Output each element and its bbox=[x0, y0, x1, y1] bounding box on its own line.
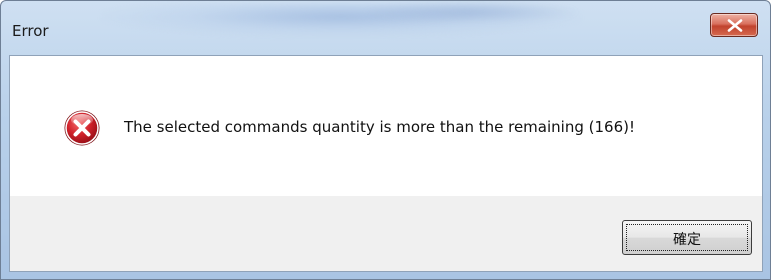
error-message: The selected commands quantity is more t… bbox=[124, 118, 635, 136]
error-dialog-window: Error The selected commands quantity is … bbox=[0, 0, 771, 280]
message-area: The selected commands quantity is more t… bbox=[10, 56, 762, 196]
window-title: Error bbox=[12, 22, 49, 40]
close-button[interactable] bbox=[710, 13, 758, 37]
ok-button[interactable]: 確定 bbox=[622, 220, 752, 255]
dialog-client-area: The selected commands quantity is more t… bbox=[9, 55, 763, 272]
ok-button-label: 確定 bbox=[673, 232, 701, 248]
error-icon bbox=[64, 110, 100, 146]
titlebar[interactable]: Error bbox=[1, 1, 770, 41]
close-icon bbox=[727, 19, 743, 32]
